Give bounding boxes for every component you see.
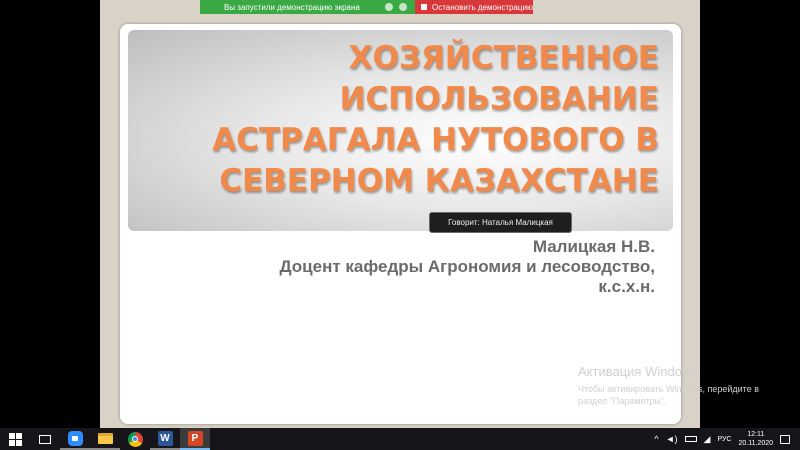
- taskbar-app-zoom[interactable]: [60, 428, 90, 450]
- author-name: Малицкая Н.В.: [532, 237, 655, 256]
- start-button[interactable]: [0, 428, 30, 450]
- taskbar-app-word[interactable]: W: [150, 428, 180, 450]
- windows-logo-icon: [8, 432, 22, 446]
- share-controls: [385, 3, 407, 11]
- battery-icon[interactable]: [684, 436, 697, 442]
- network-icon[interactable]: ◢: [704, 434, 711, 445]
- activation-title: Активация Windows: [578, 364, 698, 379]
- author-degree: к.с.х.н.: [598, 277, 655, 296]
- task-view-icon: [39, 434, 51, 444]
- chrome-icon: [127, 431, 143, 447]
- share-status-panel: Вы запустили демонстрацию экрана: [200, 0, 415, 14]
- active-speaker-label: Говорит: Наталья Малицкая: [429, 212, 572, 233]
- speaker-icon[interactable]: ◄): [666, 434, 678, 444]
- zoom-icon: [67, 430, 83, 446]
- stop-share-button[interactable]: Остановить демонстрацию: [415, 0, 533, 14]
- slide-author-block: Малицкая Н.В. Доцент кафедры Агрономия и…: [155, 237, 655, 297]
- clock[interactable]: 12:11 20.11.2020: [738, 430, 773, 448]
- share-status-text: Вы запустили демонстрацию экрана: [224, 2, 360, 12]
- activation-text: Чтобы активировать Windows, перейдите в …: [578, 383, 759, 407]
- title-line: ИСПОЛЬЗОВАНИЕ: [339, 81, 659, 117]
- activation-line-2: раздел "Параметры".: [578, 396, 667, 406]
- taskbar-app-powerpoint[interactable]: P: [180, 428, 210, 450]
- windows-activation-watermark: Активация Windows Чтобы активировать Win…: [578, 364, 759, 407]
- stop-share-label: Остановить демонстрацию: [432, 2, 533, 12]
- slide-title: ХОЗЯЙСТВЕННОЕ ИСПОЛЬЗОВАНИЕ АСТРАГАЛА НУ…: [139, 38, 659, 202]
- notification-icon[interactable]: [780, 434, 790, 444]
- folder-icon: [97, 432, 113, 444]
- slide-title-box: ХОЗЯЙСТВЕННОЕ ИСПОЛЬЗОВАНИЕ АСТРАГАЛА НУ…: [128, 30, 673, 231]
- windows-taskbar: W P ^ ◄) ◢ РУС 12:11 20.11.2020: [0, 428, 800, 450]
- author-position: Доцент кафедры Агрономия и лесоводство,: [279, 257, 655, 276]
- input-language[interactable]: РУС: [717, 436, 731, 443]
- activation-line-1: Чтобы активировать Windows, перейдите в: [578, 384, 759, 394]
- taskbar-app-explorer[interactable]: [90, 428, 120, 450]
- title-line: АСТРАГАЛА НУТОВОГО В: [212, 122, 659, 158]
- powerpoint-icon: P: [187, 430, 203, 446]
- title-line: ХОЗЯЙСТВЕННОЕ: [348, 40, 659, 76]
- word-icon: W: [157, 430, 173, 446]
- clock-time: 12:11: [747, 431, 765, 438]
- screen-share-bar: Вы запустили демонстрацию экрана Останов…: [200, 0, 533, 14]
- system-tray: ^ ◄) ◢ РУС 12:11 20.11.2020: [654, 430, 800, 448]
- chevron-up-icon[interactable]: ^: [654, 434, 658, 444]
- stop-icon: [421, 4, 427, 10]
- microphone-icon[interactable]: [399, 3, 407, 11]
- shield-icon[interactable]: [385, 3, 393, 11]
- title-line: СЕВЕРНОМ КАЗАХСТАНЕ: [219, 163, 659, 199]
- task-view-button[interactable]: [30, 428, 60, 450]
- taskbar-app-chrome[interactable]: [120, 428, 150, 450]
- clock-date: 20.11.2020: [738, 440, 773, 447]
